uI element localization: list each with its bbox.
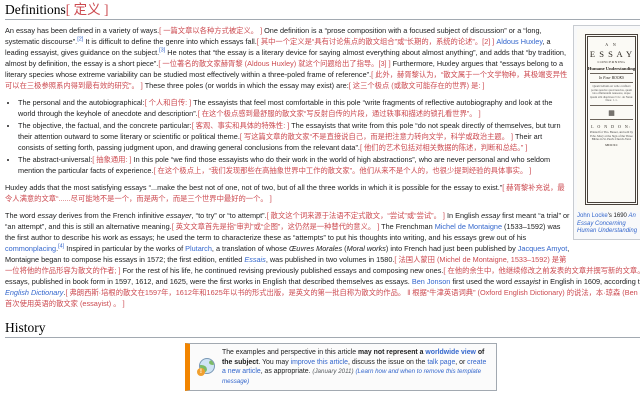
text-segment: The personal and the autobiographical:: [18, 98, 145, 107]
book-plate: A N E S S A YCONCERNING Humane Understandi…: [585, 34, 638, 205]
text-segment: , was published in two volumes in 1580.: [266, 255, 395, 264]
list-item-objective: The objective, the factual, and the conc…: [18, 120, 640, 153]
list-item-personal: The personal and the autobiographical:[ …: [18, 97, 640, 119]
text-segment: , a translation of whose: [212, 244, 289, 253]
worldwide-view-link[interactable]: worldwide view: [425, 349, 476, 356]
globe-landmass: [209, 360, 215, 365]
thumbnail-caption: John Locke's 1690 An Essay Concerning Hu…: [577, 213, 640, 236]
text-segment: The abstract-universal:: [18, 155, 92, 164]
text-segment: essay: [481, 211, 500, 220]
text-segment: 's 1690: [608, 213, 629, 219]
text-segment: essays, published in book form in 1597, …: [5, 277, 412, 286]
definitions-paragraph-2: Huxley adds that the most satisfying ess…: [5, 182, 640, 204]
ben-jonson-link[interactable]: Ben Jonson: [412, 277, 451, 286]
list-item-abstract: The abstract-universal:[ 抽象通用: ] In this…: [18, 154, 640, 176]
talk-page-link[interactable]: talk page: [427, 359, 455, 366]
globe-warning-icon: !: [197, 358, 215, 376]
text-segment: essay: [37, 211, 56, 220]
plate-line-latin: Quam bellum est velle confiteri potius n…: [587, 85, 636, 103]
chinese-annotation: [ 他们的艺术包括对相关数据的陈述，判断和总结。” ]: [360, 143, 527, 152]
text-segment: , or: [455, 359, 467, 366]
article-content: Definitions[ 定义 ] An essay has been defi…: [5, 2, 640, 400]
globalize-notice-box: ! The examples and perspective in this a…: [185, 343, 497, 391]
plate-line-an: A N: [587, 42, 636, 47]
text-segment: Huxley adds that the most satisfying ess…: [5, 183, 502, 192]
text-segment: in English in 1609, according to the: [540, 277, 640, 286]
chinese-annotation: [ 在这个极点上，“我们发现那些在高抽象世界中工作的散文家”。他们从来不是个人的…: [153, 166, 531, 175]
aldous-huxley-link[interactable]: Aldous Huxley: [496, 37, 542, 46]
chinese-annotation: [ 这三个极点 (或散文可能存在的世界) 是: ]: [349, 81, 485, 90]
text-segment: , “to try” or “to attempt”.: [192, 211, 267, 220]
plate-line-humane: Humane Understanding: [587, 66, 636, 71]
plate-line-imprint: Printed for Tho. Basset, and sold by Edw…: [587, 131, 636, 142]
chinese-annotation: [ 英文文章首先是指“审判”或“企图”，这仍然是一种替代的意义。 ]: [172, 222, 380, 231]
text-segment: first used the word: [450, 277, 514, 286]
text-segment: , discuss the issue on the: [348, 359, 427, 366]
chinese-annotation: [ 散文这个词来源于法语不定式散文，“尝试”或“尝试”。 ]: [267, 211, 445, 220]
section-heading-definitions: Definitions[ 定义 ]: [5, 2, 640, 20]
text-segment: Œuvres Morales: [289, 244, 342, 253]
chinese-annotation: [ 定义 ]: [66, 2, 109, 17]
plate-line-concerning: CONCERNING: [587, 60, 636, 64]
text-segment: The word: [5, 211, 37, 220]
chinese-annotation: [ 在这个极点感到最舒服的散文家“写反射自传的片段，通过轶事和描述的锁孔看世界”…: [198, 109, 481, 118]
plate-line-rule: [590, 73, 633, 74]
improve-article-link[interactable]: improve this article: [291, 359, 348, 366]
text-segment: The objective, the factual, and the conc…: [18, 121, 192, 130]
john-locke-link[interactable]: John Locke: [577, 213, 608, 219]
exclamation-badge-icon: !: [197, 368, 205, 376]
text-segment: Inspired in particular by the works of: [64, 244, 185, 253]
plate-line-books: In Four BOOKS: [587, 76, 636, 80]
plate-line-london: L O N D O N:: [587, 124, 636, 129]
text-segment: Moral works: [347, 244, 386, 253]
section-heading-history: History: [5, 320, 640, 338]
jacques-amyot-link[interactable]: Jacques Amyot: [518, 244, 567, 253]
text-segment: For the rest of his life, he continued r…: [121, 266, 444, 275]
text-segment: (January 2011): [312, 368, 353, 375]
text-segment: essayist: [514, 277, 540, 286]
text-segment: History: [5, 320, 46, 335]
chinese-annotation: [ 一位著名的散文家赫胥黎 (Aldous Huxley) 就这个问题给出了指导…: [158, 59, 390, 68]
book-title-page-image[interactable]: A N E S S A YCONCERNING Humane Understandi…: [577, 29, 640, 211]
text-segment: essayer: [166, 211, 192, 220]
commonplacing-link[interactable]: commonplacing: [5, 244, 56, 253]
locke-essay-thumbnail[interactable]: A N E S S A YCONCERNING Humane Understandi…: [573, 25, 640, 240]
text-segment: derives from the French infinitive: [57, 211, 167, 220]
chinese-annotation: [ 写这篇文章的散文家“不是直接说自己，而是把注意力转向文学，科学或政治主题。 …: [240, 132, 513, 141]
plutarch-link[interactable]: Plutarch: [185, 244, 212, 253]
chinese-annotation: [ 一篇文章以各种方式被定义。 ]: [159, 26, 262, 35]
text-segment: These three poles (or worlds in which th…: [143, 81, 349, 90]
text-segment: The Frenchman: [379, 222, 434, 231]
text-segment: . You may: [258, 359, 290, 366]
wikipedia-article-page: Definitions[ 定义 ] An essay has been defi…: [0, 0, 640, 400]
chinese-annotation: [ 在他的余生中，他继续修改之前发表的文章并撰写新的文章。 ]: [443, 266, 640, 275]
essais-link[interactable]: Essais: [244, 255, 266, 264]
definitions-paragraph-3: The word essay derives from the French i…: [5, 210, 640, 309]
plate-line-ornament: ▦: [587, 109, 636, 117]
text-segment: An essay has been defined in a variety o…: [5, 26, 159, 35]
plate-line-year: MDCXC: [587, 143, 636, 147]
text-segment: In English: [445, 211, 481, 220]
text-segment: , as appropriate.: [261, 368, 313, 375]
chinese-annotation: [ 其中一个定义是“具有讨论焦点的散文组合”或“长期的，系统的论述”。[2] ]: [257, 37, 495, 46]
plate-line-rule: [590, 119, 633, 120]
chinese-annotation: [ 个人和自传: ]: [145, 98, 192, 107]
three-poles-list: The personal and the autobiographical:[ …: [5, 97, 640, 176]
chinese-annotation: [ 客观、事实和具体的特殊性: ]: [192, 121, 290, 130]
notice-text: The examples and perspective in this art…: [222, 348, 489, 386]
montaigne-link[interactable]: Michel de Montaigne: [435, 222, 502, 231]
text-segment: ) into French had just been published by: [386, 244, 518, 253]
definitions-paragraph-1: An essay has been defined in a variety o…: [5, 25, 640, 91]
text-segment: may not represent a: [358, 349, 425, 356]
chinese-annotation: [ 弗朗西斯·培根的散文在1597年，1612年和1625年以书的形式出版，是英…: [5, 288, 640, 308]
chinese-annotation: [ 抽象通用: ]: [92, 155, 131, 164]
plate-line-essay: E S S A Y: [587, 49, 636, 59]
text-segment: The examples and perspective in this art…: [222, 349, 358, 356]
text-segment: Definitions: [5, 2, 66, 17]
plate-line-rule: [590, 82, 633, 83]
text-segment: It is difficult to define the genre into…: [83, 37, 256, 46]
plate-line-rule: [590, 105, 633, 106]
